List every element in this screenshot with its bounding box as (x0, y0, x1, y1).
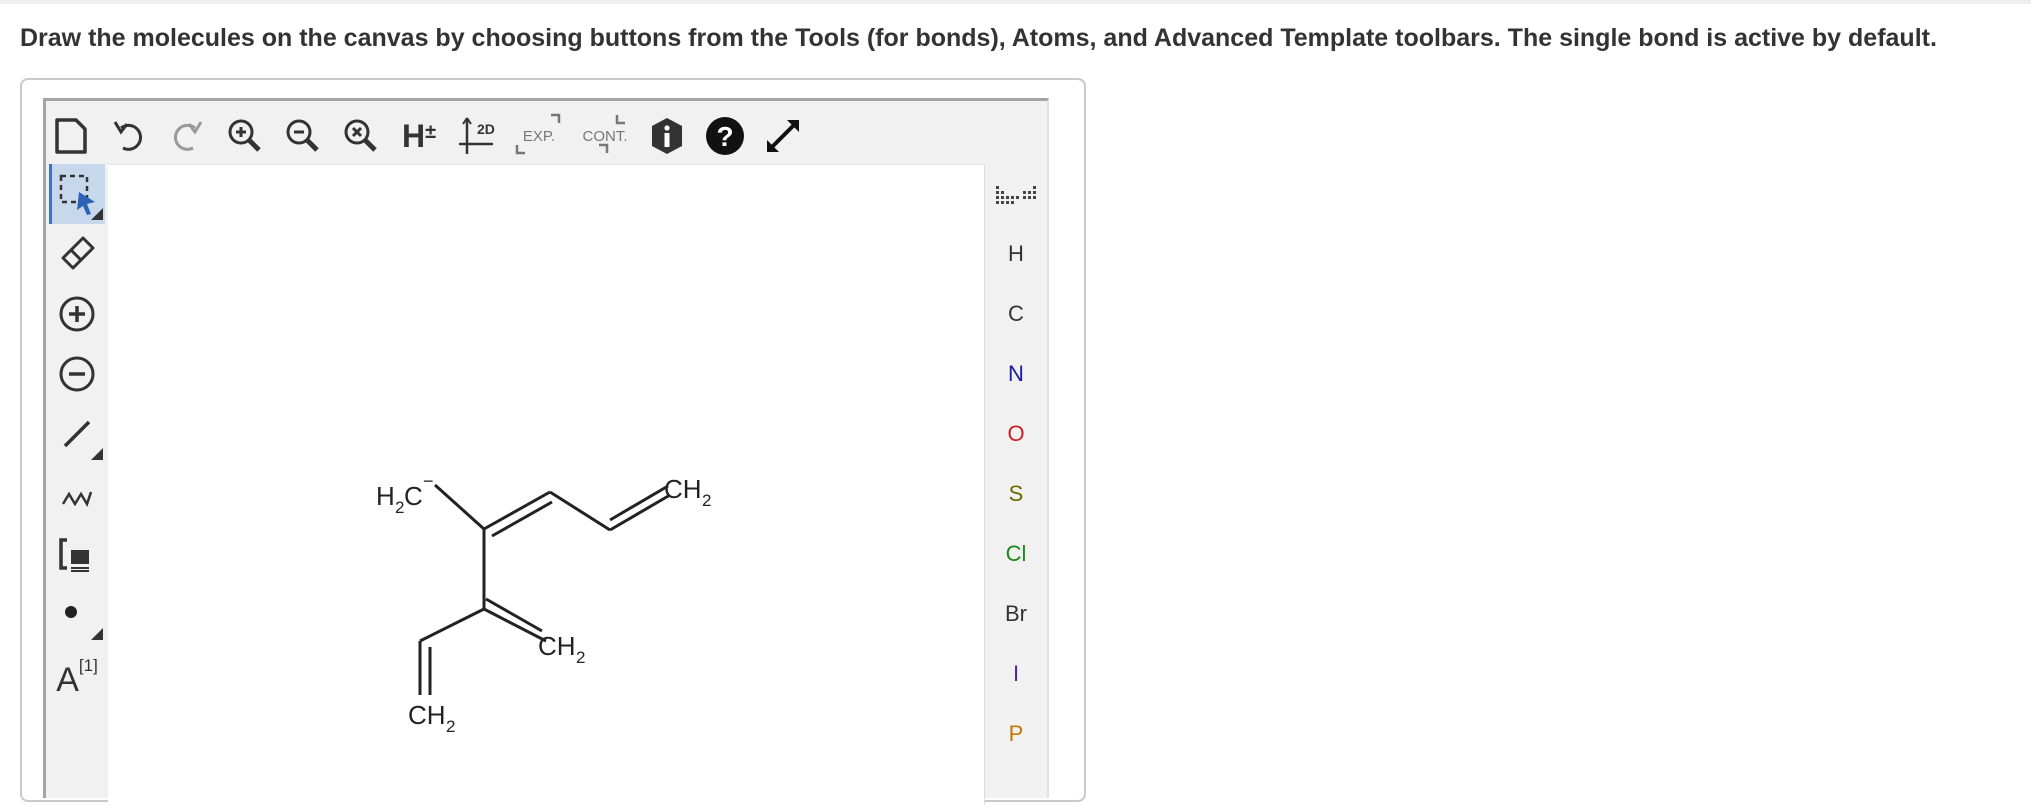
label-h2c-c: C (404, 481, 423, 511)
atom-symbol: C (1008, 301, 1024, 326)
single-bond-corner (91, 448, 103, 460)
undo-icon[interactable] (107, 107, 151, 165)
zoom-out-icon[interactable] (281, 107, 325, 165)
eraser-icon[interactable] (49, 224, 105, 284)
selection-corner (91, 208, 103, 220)
clean-2d-label: 2D (477, 121, 495, 137)
selection-icon[interactable] (49, 164, 105, 224)
bond-c4-c5 (419, 607, 485, 643)
atom-symbol: O (1007, 421, 1025, 446)
bond-c3-ch2-double (609, 484, 669, 522)
bond-c3-ch2 (609, 493, 671, 532)
label-ch2-right: CH (664, 474, 702, 504)
bond-c4-ch2 (483, 607, 547, 643)
hydrogens-label: H (401, 117, 426, 154)
new-document-icon[interactable] (49, 107, 93, 165)
atom-button-s[interactable]: S (990, 464, 1042, 524)
hydrogens-icon[interactable]: H ± (397, 107, 441, 165)
expand-icon[interactable]: EXP. (513, 107, 565, 165)
atom-button-n[interactable]: N (990, 344, 1042, 404)
redo-icon[interactable] (165, 107, 209, 165)
molecule-drawing: H 2 C − CH 2 CH 2 CH 2 (376, 471, 711, 736)
atom-map-label: A (56, 660, 79, 699)
contract-icon[interactable]: CONT. (579, 107, 631, 165)
atom-map-icon[interactable]: A [1] (49, 644, 105, 704)
zoom-in-icon[interactable] (223, 107, 267, 165)
atom-button-p[interactable]: P (990, 704, 1042, 764)
atom-symbol: I (1012, 661, 1020, 686)
atom-symbol: S (1008, 481, 1024, 506)
atom-symbol: H (1008, 241, 1024, 266)
atom-symbol: N (1008, 361, 1024, 386)
molecule-bonds (418, 483, 671, 695)
label-ch2-bottom-sub: 2 (446, 717, 455, 736)
radical-icon[interactable] (49, 584, 105, 644)
atom-map-sup: [1] (78, 656, 98, 675)
help-icon[interactable]: ? (703, 107, 747, 165)
fullscreen-icon[interactable] (761, 107, 805, 165)
top-toolbar: H ± 2D EXP. CONT. ? (49, 104, 819, 168)
atom-symbol: Br (1005, 601, 1027, 626)
charge-minus-icon[interactable] (49, 344, 105, 404)
bracket-icon[interactable] (49, 524, 105, 584)
atom-button-h[interactable]: H (990, 224, 1042, 284)
expand-label: EXP. (522, 127, 556, 145)
clean-2d-icon[interactable]: 2D (455, 107, 499, 165)
atom-button-i[interactable]: I (990, 644, 1042, 704)
bond-c2-c3 (549, 490, 611, 532)
atom-button-o[interactable]: O (990, 404, 1042, 464)
info-icon[interactable] (645, 107, 689, 165)
single-bond-icon[interactable] (49, 404, 105, 464)
instructions-text: Draw the molecules on the canvas by choo… (20, 24, 1937, 52)
svg-text:?: ? (716, 121, 733, 152)
atom-list: H C N O S Cl Br I P (990, 224, 1042, 764)
top-divider (0, 0, 2031, 4)
label-h2c-charge: − (423, 471, 434, 491)
atom-symbol: Cl (1005, 541, 1027, 566)
atom-symbol: P (1008, 721, 1024, 746)
bond-ch2minus-c1 (433, 483, 486, 531)
charge-plus-icon[interactable] (49, 284, 105, 344)
chain-icon[interactable] (49, 464, 105, 524)
radical-corner (91, 628, 103, 640)
atoms-toolbar: H C N O S Cl Br I P (990, 168, 1042, 764)
label-ch2-bottom: CH (408, 700, 446, 730)
atom-button-c[interactable]: C (990, 284, 1042, 344)
atom-button-cl[interactable]: Cl (990, 524, 1042, 584)
left-toolbar: A [1] (49, 164, 105, 704)
zoom-reset-icon[interactable] (339, 107, 383, 165)
periodic-table-icon[interactable] (990, 168, 1042, 224)
atom-button-br[interactable]: Br (990, 584, 1042, 644)
drawing-canvas[interactable]: H 2 C − CH 2 CH 2 CH 2 (108, 164, 985, 805)
label-ch2-mid: CH (538, 631, 576, 661)
hydrogens-sup: ± (425, 120, 437, 143)
label-ch2-right-sub: 2 (702, 491, 711, 510)
label-ch2-mid-sub: 2 (576, 648, 585, 667)
label-h2c-h: H (376, 481, 395, 511)
